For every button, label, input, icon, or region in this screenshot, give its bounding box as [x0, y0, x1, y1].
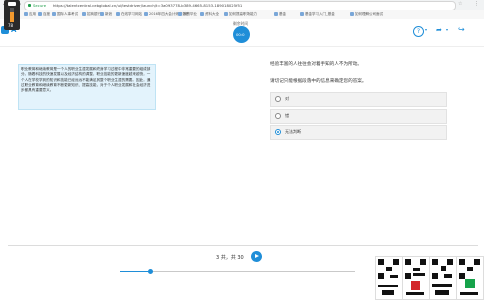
volume-icon [8, 2, 16, 6]
app-header: A 剩余时间 00:0 ? ▾ ➦ ▾ ↪ [0, 19, 484, 47]
play-icon [255, 254, 259, 258]
volume-level [10, 12, 14, 22]
bookmark-item[interactable]: 如何理解公司面试 [350, 11, 383, 18]
bookmark-item[interactable]: 基金 [274, 11, 286, 18]
option-label: 对 [285, 96, 289, 101]
footer-divider [8, 245, 478, 246]
option-label: 无法判断 [285, 129, 301, 134]
next-button[interactable] [251, 251, 262, 262]
volume-overlay: 78 [4, 0, 20, 30]
bookmark-item[interactable]: 新浪 [100, 11, 112, 18]
radio-button[interactable] [275, 113, 281, 119]
lock-icon [28, 4, 31, 7]
question-statement: 经验丰富的人往往会对着手知的人不为所动。 [270, 62, 362, 67]
menu-icon[interactable]: ⋮ [474, 1, 479, 7]
chevron-down-icon[interactable]: ▾ [425, 27, 427, 32]
option-cannot-say[interactable]: 无法判断 [270, 125, 447, 140]
timer-circle: 00:0 [233, 26, 250, 43]
bookmark-item[interactable]: 招商银行 [82, 11, 101, 18]
secure-label: Secure [33, 3, 47, 8]
option-true[interactable]: 对 [270, 92, 447, 107]
qr-code [375, 256, 403, 300]
bookmark-item[interactable]: 在线学习网站 [116, 11, 142, 18]
help-circle-icon[interactable]: ? [413, 26, 424, 37]
question-instruction: 请切记只能根据段落中的信息来确定您的答案。 [270, 79, 367, 84]
qr-code [456, 256, 484, 300]
progress-track [120, 271, 355, 272]
bookmark-item[interactable]: 我的毕业 [178, 11, 197, 18]
radio-button[interactable] [275, 129, 281, 135]
bookmark-item[interactable]: 如何提高职场能力 [224, 11, 257, 18]
bookmark-item[interactable]: 应用 [24, 11, 36, 18]
progress-fill [120, 271, 151, 272]
volume-value: 78 [8, 23, 14, 28]
volume-mute-icon[interactable]: ➦ [436, 26, 442, 34]
qr-code [429, 256, 457, 300]
bookmark-item[interactable]: 百度 [38, 11, 50, 18]
bookmark-item[interactable]: 资料大全 [200, 11, 219, 18]
star-icon[interactable]: ☆ [458, 1, 462, 7]
radio-button[interactable] [275, 96, 281, 102]
passage-text: 职业教育和继续教育是一个人的职业生涯发展和终身学习过程中非常重要的组成部分。随着… [21, 67, 151, 93]
bookmark-item[interactable]: 国际人事考试 [52, 11, 78, 18]
progress-knob[interactable] [148, 269, 154, 274]
chevron-down-icon[interactable]: ▾ [446, 27, 448, 32]
url-text: https://talentcentral.cebglobal.cn/ui/te… [53, 3, 243, 8]
option-false[interactable]: 错 [270, 109, 447, 124]
option-label: 错 [285, 113, 289, 118]
timer-value: 00:0 [236, 32, 245, 37]
qr-code [402, 256, 430, 300]
exit-icon[interactable]: ↪ [458, 25, 465, 34]
bookmark-item[interactable]: 基金学习入门_基金 [300, 11, 335, 18]
pager-text: 3 共，共 30 [216, 255, 244, 261]
volume-track [10, 8, 14, 22]
